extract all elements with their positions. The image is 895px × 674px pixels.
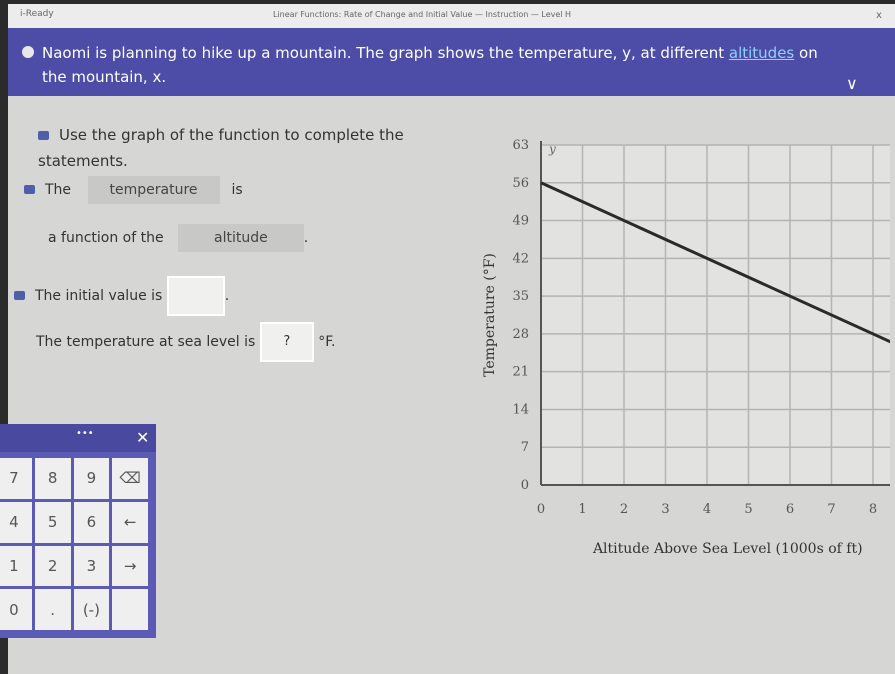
s2-post: .	[303, 230, 309, 246]
prompt: Use the graph of the function to complet…	[38, 122, 418, 174]
x-axis-label: Altitude Above Sea Level (1000s of ft)	[592, 541, 863, 557]
x-tick-label: 6	[786, 502, 794, 517]
s4-pre: The temperature at sea level is	[36, 334, 256, 350]
key-blank[interactable]	[112, 589, 148, 630]
altitudes-link[interactable]: altitudes	[729, 44, 794, 62]
y-tick-label: 35	[512, 289, 529, 304]
x-tick-label: 8	[869, 502, 877, 517]
key-→[interactable]: →	[112, 545, 148, 587]
title-bar: i-Ready Linear Functions: Rate of Change…	[8, 4, 895, 28]
prompt-text: Use the graph of the function to complet…	[38, 126, 404, 170]
s3-pre: The initial value is	[35, 288, 163, 304]
key-8[interactable]: 8	[34, 458, 71, 499]
x-tick-label: 3	[661, 502, 669, 517]
number-keypad: ••• ✕ 7 8 9 ⌫ 4 5 6 ← 1 2 3 → 0. (-)	[0, 424, 156, 638]
statement-4: The temperature at sea level is ? °F.	[36, 322, 336, 362]
s2-pre: a function of the	[48, 230, 164, 246]
key-1[interactable]: 1	[0, 545, 32, 587]
dropdown-variable[interactable]: altitude	[178, 224, 304, 252]
problem-banner: Naomi is planning to hike up a mountain.…	[8, 28, 895, 96]
key-0[interactable]: 0	[0, 589, 32, 630]
key-.[interactable]: .	[34, 589, 71, 630]
key-3[interactable]: 3	[73, 545, 110, 587]
lesson-title: Linear Functions: Rate of Change and Ini…	[273, 10, 572, 19]
initial-value-input[interactable]	[166, 276, 225, 316]
dropdown-quantity[interactable]: temperature	[87, 176, 220, 204]
y-axis-label: Temperature (°F)	[482, 253, 498, 377]
x-tick-label: 0	[537, 502, 545, 517]
x-tick-label: 2	[620, 502, 628, 517]
key-6[interactable]: 6	[73, 501, 110, 543]
drag-handle-icon[interactable]: •••	[76, 428, 94, 439]
key-⌫[interactable]: ⌫	[112, 458, 148, 499]
key-9[interactable]: 9	[73, 458, 110, 499]
key-2[interactable]: 2	[34, 545, 71, 587]
app-name: i-Ready	[20, 9, 54, 19]
y-tick-label: 0	[521, 478, 529, 493]
keypad-close-button[interactable]: ✕	[136, 428, 149, 447]
statement-2: a function of the altitude.	[48, 224, 308, 252]
key-←[interactable]: ←	[112, 501, 148, 543]
speaker-icon[interactable]	[24, 185, 35, 194]
y-tick-label: 49	[512, 214, 529, 229]
statement-3: The initial value is .	[14, 276, 229, 316]
x-tick-label: 7	[827, 502, 835, 517]
key-5[interactable]: 5	[34, 501, 71, 543]
statement-1: The temperature is	[24, 176, 243, 204]
s3-post: .	[224, 288, 230, 304]
chevron-down-icon[interactable]: ∨	[846, 72, 858, 96]
speaker-icon[interactable]	[22, 46, 34, 58]
key-4[interactable]: 4	[0, 501, 32, 543]
close-button[interactable]: x	[876, 10, 882, 21]
keypad-header[interactable]: ••• ✕	[0, 424, 156, 452]
s1-post: is	[231, 182, 243, 198]
y-axis-variable: y	[548, 142, 556, 156]
problem-text: Naomi is planning to hike up a mountain.…	[42, 44, 729, 62]
s4-post: °F.	[318, 334, 336, 350]
y-tick-label: 56	[512, 176, 529, 191]
y-tick-label: 63	[512, 138, 529, 153]
key-(-)[interactable]: (-)	[73, 589, 110, 630]
x-tick-label: 5	[744, 502, 752, 517]
speaker-icon[interactable]	[38, 131, 49, 140]
y-tick-label: 21	[512, 365, 529, 380]
y-tick-label: 28	[512, 327, 529, 342]
temperature-chart: y0 1 2 3 4 5 6 7 8071421283542495663Altitude Abo…	[482, 138, 890, 557]
plot-area	[541, 145, 890, 485]
x-tick-label: 1	[578, 502, 586, 517]
speaker-icon[interactable]	[14, 291, 25, 300]
sea-level-input[interactable]: ?	[259, 322, 314, 362]
y-tick-label: 42	[512, 251, 529, 266]
y-tick-label: 14	[512, 402, 529, 417]
s1-pre: The	[45, 182, 72, 198]
key-7[interactable]: 7	[0, 458, 32, 499]
y-tick-label: 7	[521, 440, 529, 455]
x-tick-label: 4	[703, 502, 711, 517]
keypad-keys: 7 8 9 ⌫ 4 5 6 ← 1 2 3 → 0. (-)	[0, 458, 148, 630]
screen: i-Ready Linear Functions: Rate of Change…	[0, 4, 895, 674]
